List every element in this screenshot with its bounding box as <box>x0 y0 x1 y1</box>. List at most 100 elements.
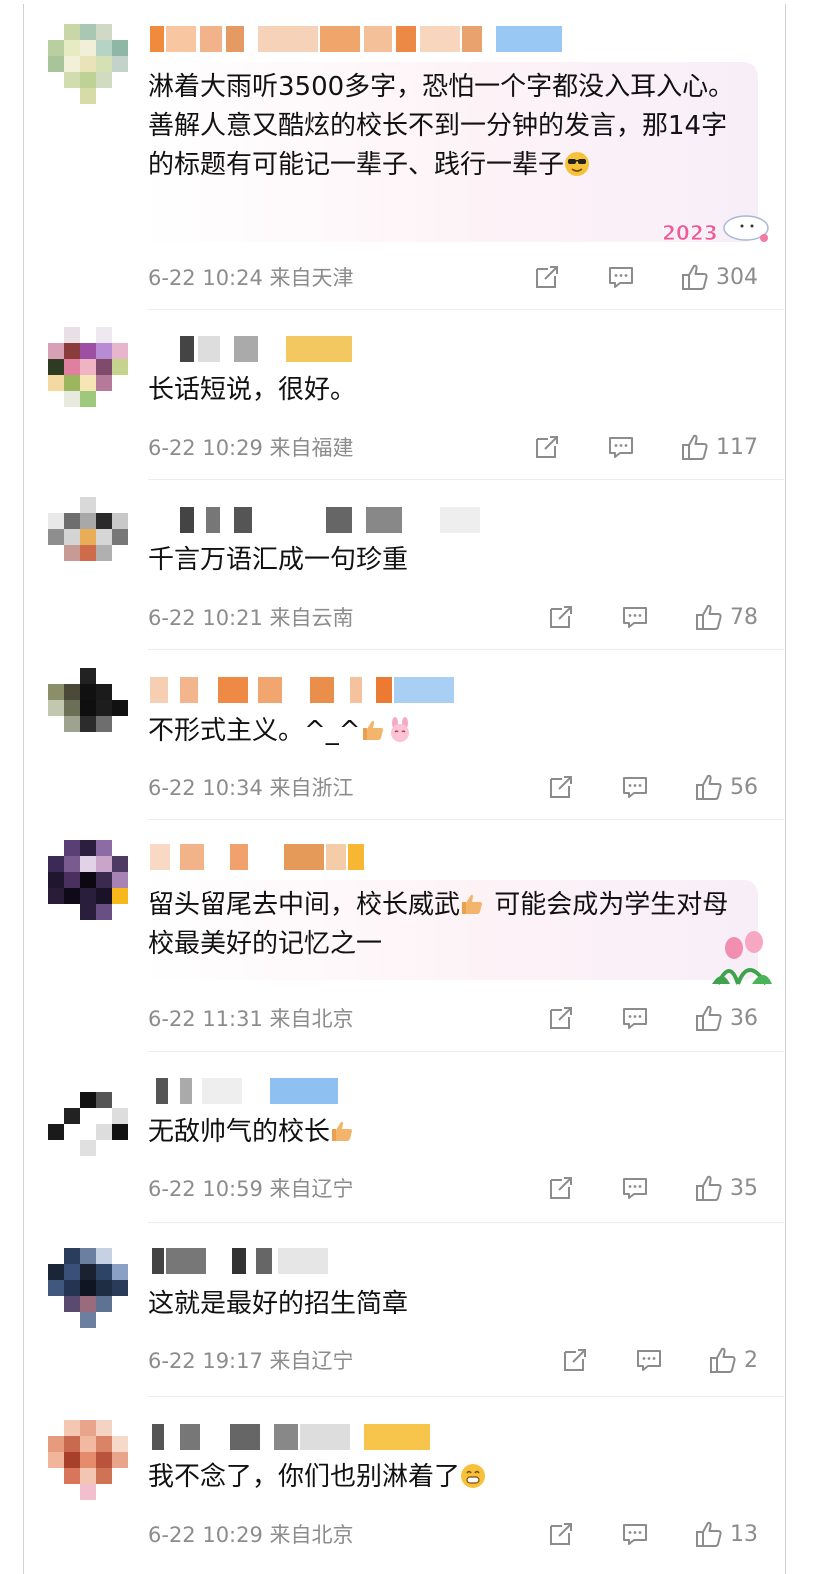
comment-divider <box>148 1222 784 1223</box>
avatar[interactable] <box>48 1420 128 1500</box>
comment-meta: 6-22 10:29 来自福建 <box>148 436 354 460</box>
thumbs-up-icon <box>696 604 722 630</box>
like-count: 304 <box>716 264 758 290</box>
comment-meta: 6-22 10:24 来自天津 <box>148 266 354 290</box>
cool-face-emoji <box>564 150 590 176</box>
like-button[interactable]: 78 <box>694 602 758 632</box>
repost-button[interactable] <box>546 1003 576 1033</box>
reply-button[interactable] <box>620 1173 650 1203</box>
like-count: 13 <box>730 1521 758 1547</box>
grin-face-emoji <box>460 1462 486 1488</box>
comment-divider <box>148 1396 784 1397</box>
comment-divider <box>148 819 784 820</box>
avatar[interactable] <box>48 1248 128 1328</box>
comment-actions: 78 <box>546 600 758 634</box>
avatar[interactable] <box>48 1092 128 1172</box>
avatar[interactable] <box>48 668 128 748</box>
comment-icon <box>623 607 647 628</box>
comment-text: 这就是最好的招生简章 <box>148 1289 409 1319</box>
thumbs-up-icon <box>682 264 708 290</box>
share-icon <box>550 606 572 628</box>
like-count: 117 <box>716 434 758 460</box>
reply-button[interactable] <box>606 262 636 292</box>
comment-text: 长话短说，很好。 <box>148 375 357 405</box>
like-button[interactable]: 35 <box>694 1173 758 1203</box>
share-icon <box>550 1523 572 1545</box>
reply-button[interactable] <box>620 602 650 632</box>
thumbs-up-icon <box>710 1347 736 1373</box>
comment-divider <box>148 479 784 480</box>
reply-button[interactable] <box>620 1003 650 1033</box>
bubble-sticker: 2023 <box>662 204 774 245</box>
sticker-year: 2023 <box>662 221 718 244</box>
thumbs-up-icon <box>682 434 708 460</box>
avatar[interactable] <box>48 497 128 577</box>
comment-icon <box>637 1350 661 1371</box>
repost-button[interactable] <box>560 1345 590 1375</box>
comment-text: 留头留尾去中间，校长威武 可能会成为学生对母校最美好的记忆之一 <box>148 890 729 959</box>
reply-button[interactable] <box>620 772 650 802</box>
comment-meta: 6-22 11:31 来自北京 <box>148 1007 354 1031</box>
comment-meta: 6-22 10:21 来自云南 <box>148 606 354 630</box>
comment-icon <box>623 777 647 798</box>
thumbs-up-icon <box>696 1005 722 1031</box>
thumbs-up-emoji <box>361 716 387 742</box>
comment-actions: 13 <box>546 1517 758 1551</box>
like-count: 36 <box>730 1005 758 1031</box>
comment-text: 不形式主义。^_^ <box>148 712 748 751</box>
share-icon <box>550 1007 572 1029</box>
like-count: 2 <box>744 1347 758 1373</box>
repost-button[interactable] <box>532 432 562 462</box>
reply-button[interactable] <box>606 432 636 462</box>
reply-button[interactable] <box>620 1519 650 1549</box>
like-count: 35 <box>730 1175 758 1201</box>
comment-icon <box>609 437 633 458</box>
avatar[interactable] <box>48 840 128 920</box>
comment-text: 无敌帅气的校长 <box>148 1113 748 1152</box>
comment-actions: 56 <box>546 770 758 804</box>
comment-icon <box>623 1524 647 1545</box>
like-button[interactable]: 13 <box>694 1519 758 1549</box>
share-icon <box>550 1177 572 1199</box>
comment-divider <box>148 309 784 310</box>
comment-meta: 6-22 10:34 来自浙江 <box>148 776 354 800</box>
repost-button[interactable] <box>546 1519 576 1549</box>
repost-button[interactable] <box>532 262 562 292</box>
comment-meta: 6-22 10:59 来自辽宁 <box>148 1177 354 1201</box>
like-count: 78 <box>730 604 758 630</box>
thumbs-up-icon <box>696 1521 722 1547</box>
comment-actions: 304 <box>532 260 758 294</box>
reply-button[interactable] <box>634 1345 664 1375</box>
share-icon <box>550 776 572 798</box>
avatar[interactable] <box>48 327 128 407</box>
repost-button[interactable] <box>546 1173 576 1203</box>
comment-actions: 36 <box>546 1001 758 1035</box>
comment-icon <box>609 267 633 288</box>
comment-actions: 2 <box>560 1343 758 1377</box>
comment-text: 我不念了，你们也别淋着了 <box>148 1458 748 1497</box>
comment-divider <box>148 649 784 650</box>
tulip-sticker <box>708 928 774 986</box>
like-button[interactable]: 117 <box>680 432 758 462</box>
comment-icon <box>623 1008 647 1029</box>
repost-button[interactable] <box>546 772 576 802</box>
like-button[interactable]: 2 <box>708 1345 758 1375</box>
comment-actions: 35 <box>546 1171 758 1205</box>
avatar[interactable] <box>48 24 128 104</box>
comment-text: 淋着大雨听3500多字，恐怕一个字都没入耳入心。善解人意又酷炫的校长不到一分钟的… <box>148 72 735 180</box>
comment-meta: 6-22 19:17 来自辽宁 <box>148 1349 354 1373</box>
like-button[interactable]: 36 <box>694 1003 758 1033</box>
repost-button[interactable] <box>546 602 576 632</box>
share-icon <box>564 1349 586 1371</box>
comment-actions: 117 <box>532 430 758 464</box>
bunny-face-emoji <box>387 716 413 742</box>
comment-meta: 6-22 10:29 来自北京 <box>148 1523 354 1547</box>
like-button[interactable]: 56 <box>694 772 758 802</box>
like-count: 56 <box>730 774 758 800</box>
thumbs-up-emoji <box>460 890 486 916</box>
comment-text: 千言万语汇成一句珍重 <box>148 545 409 575</box>
like-button[interactable]: 304 <box>680 262 758 292</box>
thumbs-up-emoji <box>330 1117 356 1143</box>
share-icon <box>536 266 558 288</box>
share-icon <box>536 436 558 458</box>
